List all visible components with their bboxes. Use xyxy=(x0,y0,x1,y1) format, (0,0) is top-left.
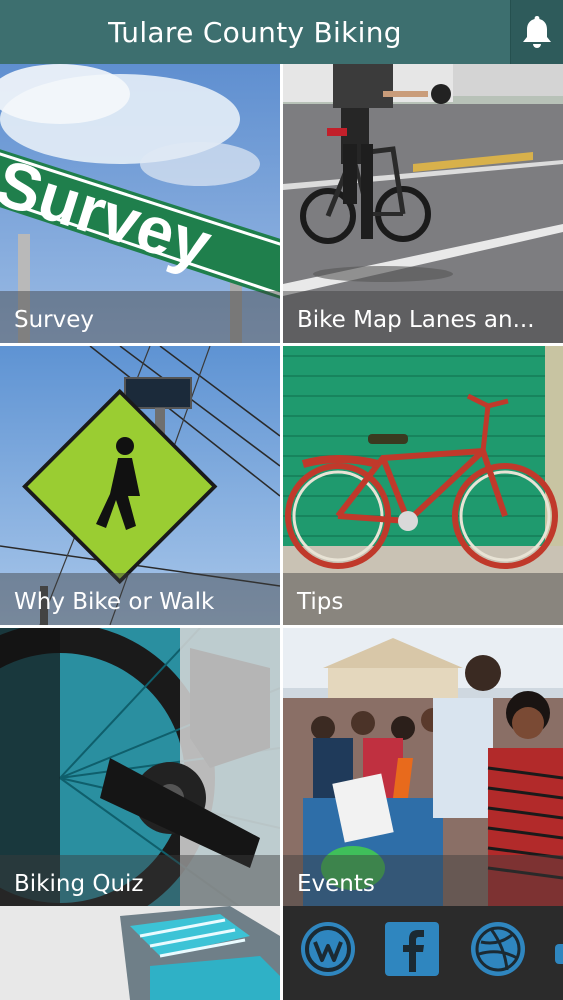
tile-label-why-bike-or-walk: Why Bike or Walk xyxy=(14,589,215,615)
facebook-icon[interactable] xyxy=(383,920,441,978)
tile-caption: Biking Quiz xyxy=(0,855,280,907)
tile-survey[interactable]: Survey Survey xyxy=(0,64,280,343)
tile-caption: Survey xyxy=(0,291,280,343)
tile-bike-map[interactable]: Bike Map Lanes an... xyxy=(283,64,563,343)
sneakers-image xyxy=(0,906,280,1000)
tile-label-biking-quiz: Biking Quiz xyxy=(14,871,144,897)
tile-label-events: Events xyxy=(297,871,375,897)
bell-icon xyxy=(523,16,551,48)
tile-events[interactable]: Events xyxy=(283,628,563,907)
tile-sneakers[interactable] xyxy=(0,906,280,1000)
tile-caption: Tips xyxy=(283,573,563,625)
tile-caption: Bike Map Lanes an... xyxy=(283,291,563,343)
tile-label-bike-map: Bike Map Lanes an... xyxy=(297,307,535,333)
tile-why-bike-or-walk[interactable]: Why Bike or Walk xyxy=(0,346,280,625)
wordpress-icon[interactable] xyxy=(299,920,357,978)
social-links-bar xyxy=(283,906,563,1000)
tile-label-tips: Tips xyxy=(297,589,344,615)
tile-tips[interactable]: Tips xyxy=(283,346,563,625)
app-title: Tulare County Biking xyxy=(108,16,402,49)
app-header: Tulare County Biking xyxy=(0,0,563,64)
tile-biking-quiz[interactable]: Biking Quiz xyxy=(0,628,280,907)
tile-label-survey: Survey xyxy=(14,307,95,333)
notification-button[interactable] xyxy=(510,0,563,64)
dribbble-icon[interactable] xyxy=(469,920,527,978)
partial-icon xyxy=(555,944,563,964)
tile-caption: Why Bike or Walk xyxy=(0,573,280,625)
tile-caption: Events xyxy=(283,855,563,907)
menu-grid: Survey Survey Bike Map Lanes an... Why B… xyxy=(0,64,563,1000)
